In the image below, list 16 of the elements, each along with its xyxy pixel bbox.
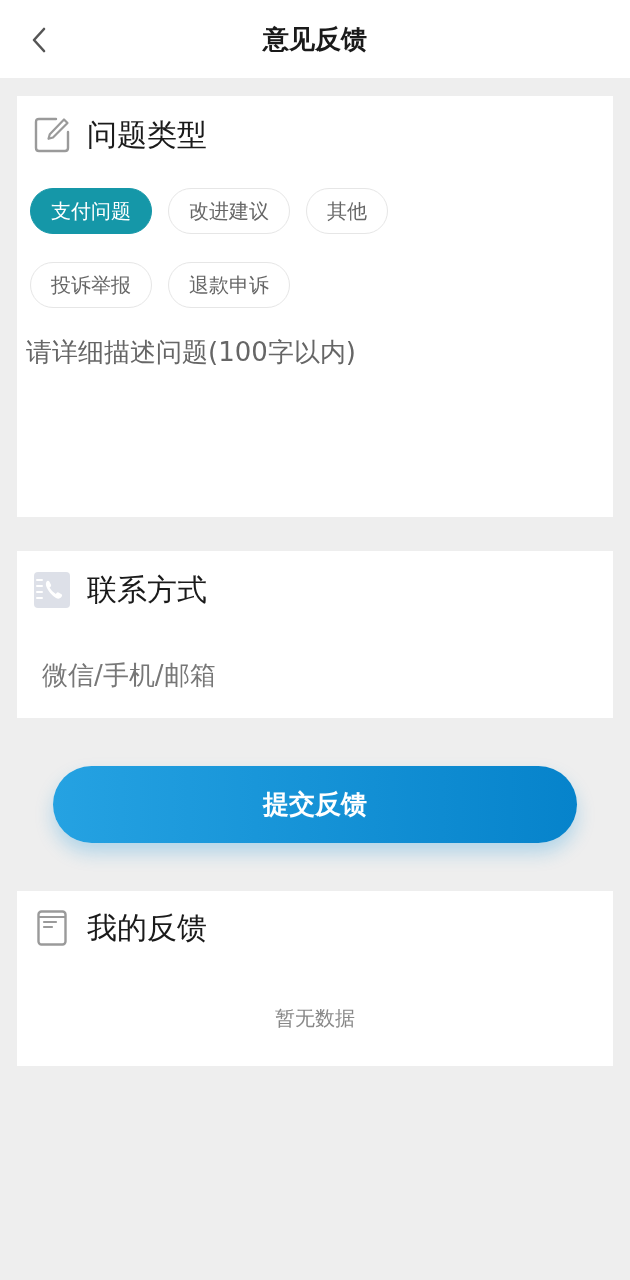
edit-icon [34, 117, 70, 153]
submit-button[interactable]: 提交反馈 [53, 766, 577, 843]
issue-type-chip[interactable]: 退款申诉 [168, 262, 290, 308]
page-title: 意见反馈 [263, 22, 367, 56]
chevron-left-icon [32, 27, 46, 53]
issue-type-chip[interactable]: 支付问题 [30, 188, 152, 234]
issue-type-chip[interactable]: 其他 [306, 188, 388, 234]
section-title: 我的反馈 [87, 910, 207, 946]
phone-book-icon [34, 572, 70, 608]
section-title: 联系方式 [87, 572, 207, 608]
document-icon [37, 910, 67, 946]
description-field[interactable]: 请详细描述问题(100字以内) [17, 325, 613, 517]
issue-type-chip[interactable]: 改进建议 [168, 188, 290, 234]
section-title: 问题类型 [87, 117, 207, 153]
empty-state-text: 暂无数据 [275, 1005, 355, 1032]
issue-type-chip[interactable]: 投诉举报 [30, 262, 152, 308]
